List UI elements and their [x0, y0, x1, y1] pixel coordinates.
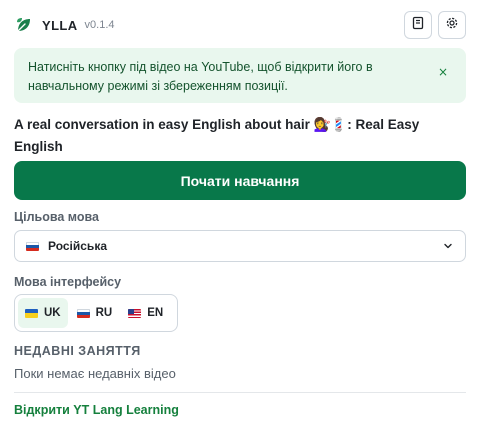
- flag-ru-icon: [26, 241, 39, 251]
- start-learning-button[interactable]: Почати навчання: [14, 161, 466, 200]
- target-language-label: Цільова мова: [14, 210, 99, 224]
- target-language-select[interactable]: Російська: [14, 230, 466, 262]
- language-option-label: RU: [95, 307, 113, 319]
- info-banner: Натисніть кнопку під відео на YouTube, щ…: [14, 48, 466, 103]
- open-yt-lang-learning-link[interactable]: Відкрити YT Lang Learning: [14, 403, 179, 417]
- app-header: YLLA v0.1.4: [14, 10, 466, 40]
- banner-text: Натисніть кнопку під відео на YouTube, щ…: [28, 60, 373, 93]
- language-option-ru[interactable]: RU: [70, 298, 120, 328]
- interface-language-label: Мова інтерфейсу: [14, 275, 122, 289]
- header-actions: [404, 11, 466, 39]
- app-name: YLLA: [42, 17, 78, 33]
- recent-lessons-heading: НЕДАВНІ ЗАНЯТТЯ: [14, 344, 141, 358]
- chevron-down-icon: [442, 240, 454, 252]
- notebook-icon: [411, 16, 425, 35]
- language-option-en[interactable]: EN: [121, 298, 170, 328]
- banner-close-button[interactable]: ×: [438, 63, 448, 82]
- flag-ru-icon: [76, 308, 90, 318]
- flag-us-icon: [128, 308, 142, 318]
- app-version: v0.1.4: [84, 19, 115, 31]
- video-title: A real conversation in easy English abou…: [14, 117, 420, 154]
- flag-ua-icon: [25, 308, 38, 318]
- language-option-label: EN: [147, 307, 164, 319]
- language-option-uk[interactable]: UK: [18, 298, 68, 328]
- gear-icon: [445, 16, 459, 35]
- target-language-value: Російська: [48, 239, 107, 253]
- notebook-button[interactable]: [404, 11, 432, 39]
- settings-button[interactable]: [438, 11, 466, 39]
- divider: [14, 392, 466, 393]
- language-option-label: UK: [44, 307, 61, 319]
- recent-lessons-empty: Поки немає недавніх відео: [14, 366, 176, 381]
- leaf-icon: [14, 15, 34, 35]
- interface-language-switcher: UK RU EN: [14, 294, 178, 332]
